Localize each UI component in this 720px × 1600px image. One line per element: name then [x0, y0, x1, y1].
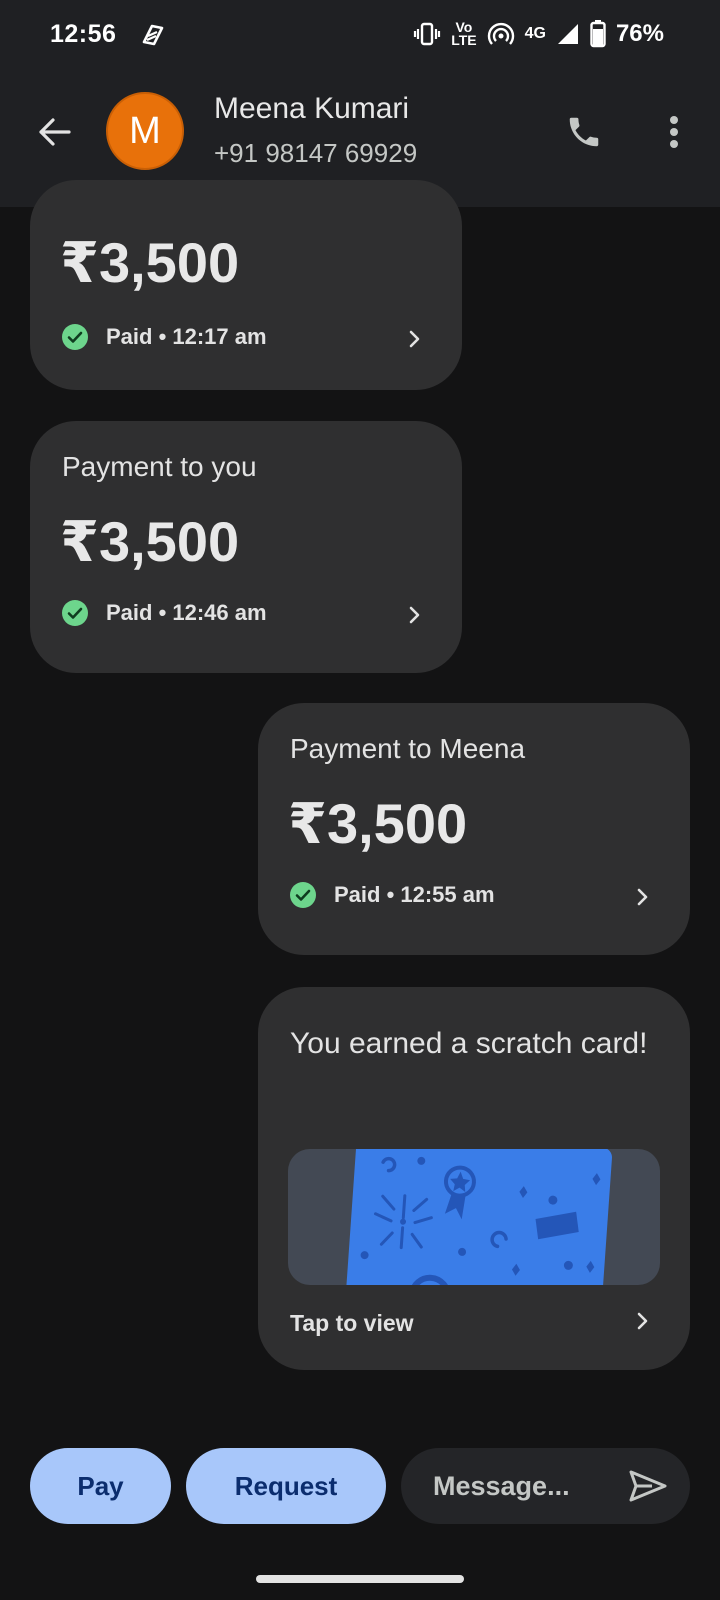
back-arrow-icon	[39, 118, 71, 146]
chevron-right-icon	[637, 888, 648, 906]
contact-phone: +91 98147 69929	[214, 138, 418, 168]
tap-to-view-link[interactable]: Tap to view	[290, 1310, 414, 1337]
pay-button[interactable]: Pay	[30, 1448, 171, 1524]
payment-amount: ₹3,500	[288, 792, 468, 855]
payment-message[interactable]: ₹3,500 Paid • 12:17 am	[30, 180, 462, 390]
payment-status: Paid • 12:55 am	[290, 882, 495, 908]
payment-message[interactable]: Payment to Meena ₹3,500 Paid • 12:55 am	[258, 703, 690, 955]
payment-title: Payment to you	[62, 451, 257, 482]
payment-status: Paid • 12:17 am	[62, 324, 267, 350]
more-options-button[interactable]	[650, 108, 698, 156]
payment-status: Paid • 12:46 am	[62, 600, 267, 626]
scratch-card-message[interactable]: You earned a scratch card! Tap to view	[258, 987, 690, 1370]
volte-label-bottom: LTE	[451, 32, 477, 48]
message-composer	[401, 1448, 690, 1524]
payment-status-text: Paid • 12:17 am	[106, 324, 267, 349]
back-button[interactable]	[30, 108, 78, 156]
chevron-right-icon	[409, 606, 420, 624]
volte-icon: Vo LTE	[451, 20, 477, 48]
payment-amount: ₹3,500	[60, 510, 240, 573]
send-button[interactable]	[626, 1464, 670, 1508]
scratch-card-image	[345, 1149, 612, 1285]
status-bar: 12:56 Vo LTE 4G 76%	[0, 0, 720, 70]
battery-percent: 76%	[615, 20, 664, 47]
payment-title: Payment to Meena	[290, 733, 526, 764]
signal-icon	[556, 22, 580, 46]
check-circle-icon	[62, 324, 88, 350]
chevron-right-icon	[409, 330, 420, 348]
network-type: 4G	[524, 25, 546, 42]
request-button[interactable]: Request	[186, 1448, 386, 1524]
more-vert-icon	[670, 116, 678, 148]
check-circle-icon	[290, 882, 316, 908]
vibrate-icon	[413, 21, 441, 47]
hotspot-icon	[487, 20, 515, 48]
chevron-right-icon	[637, 1312, 648, 1330]
avatar[interactable]: M	[106, 92, 184, 170]
scratch-card-preview[interactable]	[288, 1149, 660, 1285]
app-header: 12:56 Vo LTE 4G 76% M Meena Kumari +91 9…	[0, 0, 720, 207]
contact-name: Meena Kumari	[214, 92, 410, 125]
battery-icon	[590, 20, 606, 48]
avatar-letter: M	[129, 109, 161, 152]
send-icon	[629, 1470, 667, 1502]
payment-status-text: Paid • 12:55 am	[334, 882, 495, 907]
message-input[interactable]	[433, 1466, 603, 1506]
payment-status-text: Paid • 12:46 am	[106, 600, 267, 625]
phone-icon	[569, 117, 599, 147]
call-button[interactable]	[560, 108, 608, 156]
check-circle-icon	[62, 600, 88, 626]
status-time: 12:56	[50, 20, 117, 48]
notification-app-icon	[138, 22, 168, 48]
payment-amount: ₹3,500	[60, 231, 240, 294]
home-indicator[interactable]	[256, 1575, 464, 1583]
payment-message[interactable]: Payment to you ₹3,500 Paid • 12:46 am	[30, 421, 462, 673]
scratch-card-title: You earned a scratch card!	[290, 1027, 648, 1060]
